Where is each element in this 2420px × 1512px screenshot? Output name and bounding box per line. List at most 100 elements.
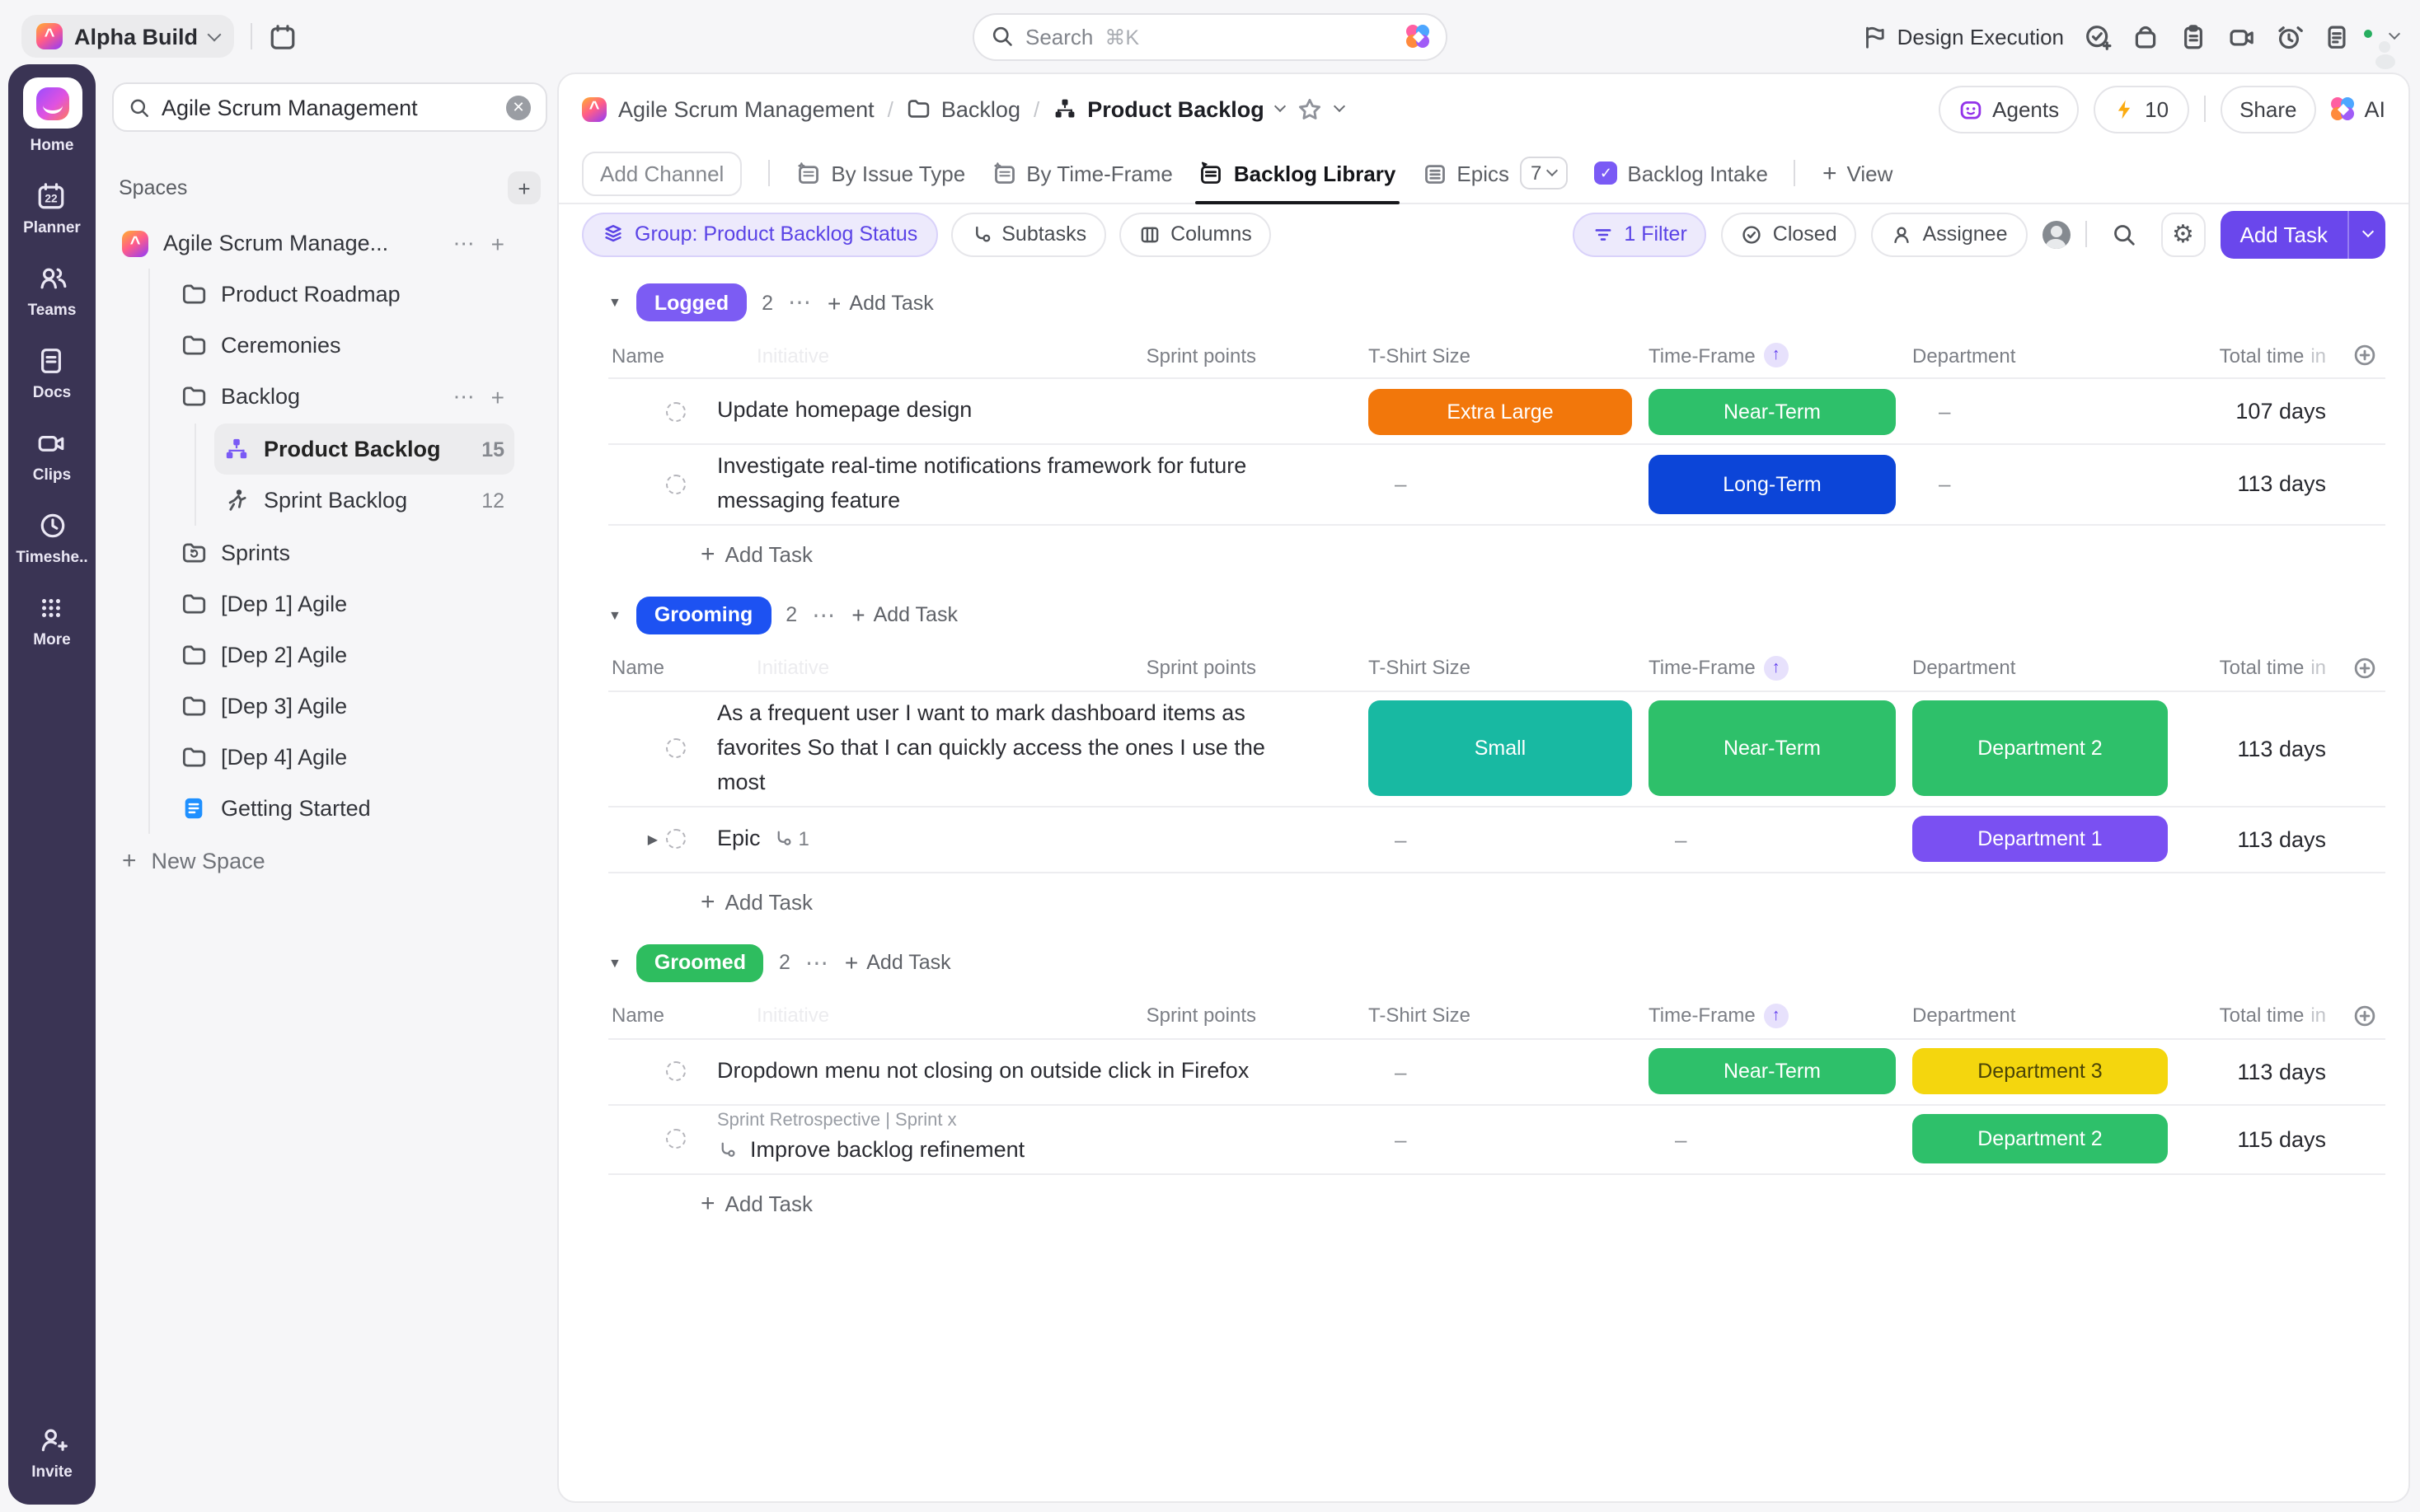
sidebar-space-agile-scrum[interactable]: ^ Agile Scrum Manage... ⋯ + [112, 218, 514, 269]
rail-item-docs[interactable]: Docs [33, 346, 71, 402]
department-badge[interactable]: Department 1 [1912, 816, 2168, 862]
rail-item-clips[interactable]: Clips [33, 428, 71, 484]
space-menu-icon[interactable]: ⋯ [453, 230, 476, 256]
task-status-icon[interactable] [666, 1061, 686, 1081]
subtasks-pill[interactable]: Subtasks [950, 212, 1106, 256]
task-name[interactable]: Dropdown menu not closing on outside cli… [717, 1054, 1297, 1088]
folder-add-icon[interactable]: + [491, 383, 504, 410]
task-name[interactable]: Epic [717, 822, 761, 856]
clear-search-icon[interactable]: ✕ [506, 95, 531, 119]
sort-ascending-icon[interactable]: ↑ [1764, 656, 1789, 681]
agents-button[interactable]: Agents [1938, 85, 2079, 133]
column-header-sprint-points[interactable]: Sprint points [1147, 657, 1256, 680]
tshirt-size-badge[interactable]: Extra Large [1368, 388, 1632, 434]
group-status-badge[interactable]: Logged [636, 283, 747, 321]
tshirt-empty[interactable]: – [1368, 1059, 1632, 1084]
tray-icon[interactable] [2132, 22, 2160, 50]
add-space-button[interactable]: + [508, 171, 541, 204]
tshirt-empty[interactable]: – [1368, 1126, 1632, 1151]
tshirt-size-badge[interactable]: Small [1368, 701, 1632, 797]
new-space-button[interactable]: + New Space [122, 847, 547, 875]
tshirt-empty[interactable]: – [1368, 472, 1632, 497]
column-header-initiative[interactable]: Initiative [757, 657, 829, 680]
rail-item-more[interactable]: More [33, 593, 70, 649]
rail-item-teams[interactable]: Teams [28, 264, 77, 320]
tab-by-time-frame[interactable]: By Time-Frame [992, 143, 1173, 203]
timeframe-badge[interactable]: Near-Term [1649, 701, 1896, 797]
group-status-badge[interactable]: Grooming [636, 597, 771, 634]
rail-item-home[interactable]: Home [22, 77, 82, 155]
column-header-initiative[interactable]: Initiative [757, 1004, 829, 1027]
task-name[interactable]: As a frequent user I want to mark dashbo… [717, 697, 1297, 801]
clip-record-icon[interactable] [2227, 22, 2255, 50]
columns-pill[interactable]: Columns [1119, 212, 1272, 256]
filter-pill[interactable]: 1 Filter [1573, 212, 1706, 256]
sidebar-folder-sprints[interactable]: Sprints [171, 527, 514, 578]
sidebar-search[interactable]: ✕ [112, 82, 547, 132]
calendar-icon[interactable] [269, 22, 297, 50]
task-row[interactable]: Investigate real-time notifications fram… [608, 445, 2385, 526]
sort-ascending-icon[interactable]: ↑ [1764, 343, 1789, 367]
sidebar-folder-dep4[interactable]: [Dep 4] Agile [171, 732, 514, 783]
assignee-avatar[interactable] [2042, 220, 2071, 248]
group-menu-icon[interactable]: ⋯ [805, 948, 830, 976]
column-header-timeframe[interactable]: Time-Frame↑ [1649, 343, 1896, 367]
sidebar-list-product-backlog[interactable]: Product Backlog 15 [214, 424, 514, 475]
add-task-button[interactable]: Add Task [2221, 210, 2386, 258]
add-task-quick-icon[interactable] [2084, 22, 2112, 50]
add-task-row[interactable]: +Add Task [701, 541, 2385, 569]
tab-backlog-library[interactable]: Backlog Library [1199, 143, 1396, 203]
alarm-icon[interactable] [2275, 22, 2303, 50]
view-settings-gear-icon[interactable]: ⚙ [2161, 212, 2206, 256]
sidebar-folder-ceremonies[interactable]: Ceremonies [171, 320, 514, 371]
department-badge[interactable]: Department 2 [1912, 1114, 2168, 1163]
task-status-icon[interactable] [666, 475, 686, 494]
notes-doc-icon[interactable] [2323, 22, 2351, 50]
rail-item-invite[interactable]: Invite [31, 1425, 73, 1481]
column-header-sprint-points[interactable]: Sprint points [1147, 1004, 1256, 1027]
group-status-badge[interactable]: Groomed [636, 943, 764, 981]
breadcrumb-current-list[interactable]: Product Backlog [1053, 96, 1284, 121]
notepad-icon[interactable] [2179, 22, 2207, 50]
context-flag[interactable]: Design Execution [1861, 24, 2064, 49]
assignee-pill[interactable]: Assignee [1872, 212, 2028, 256]
timeframe-badge[interactable]: Near-Term [1649, 1048, 1896, 1094]
add-column-icon[interactable] [2343, 1003, 2385, 1028]
folder-menu-icon[interactable]: ⋯ [453, 383, 476, 410]
task-row[interactable]: Dropdown menu not closing on outside cli… [608, 1039, 2385, 1105]
department-empty[interactable]: – [1912, 472, 2168, 497]
column-header-timeframe[interactable]: Time-Frame↑ [1649, 1003, 1896, 1028]
task-row[interactable]: Update homepage design Extra Large Near-… [608, 379, 2385, 445]
task-row[interactable]: Sprint Retrospective | Sprint x Improve … [608, 1105, 2385, 1174]
task-name[interactable]: Investigate real-time notifications fram… [717, 450, 1297, 519]
add-task-dropdown-icon[interactable] [2349, 210, 2385, 258]
breadcrumb-folder[interactable]: Backlog [907, 96, 1020, 121]
sidebar-search-input[interactable] [162, 95, 495, 119]
column-header-timeframe[interactable]: Time-Frame↑ [1649, 656, 1896, 681]
column-header-department[interactable]: Department [1912, 657, 2168, 680]
closed-pill[interactable]: Closed [1722, 212, 1857, 256]
column-header-name[interactable]: Name [612, 657, 664, 680]
collapse-caret-icon[interactable]: ▼ [608, 295, 621, 310]
space-add-icon[interactable]: + [491, 230, 504, 256]
add-task-row[interactable]: +Add Task [701, 887, 2385, 915]
expand-caret-icon[interactable]: ▶ [648, 831, 658, 846]
task-row-epic[interactable]: ▶ Epic 1 – – Department 1 [608, 807, 2385, 873]
task-name[interactable]: Improve backlog refinement [750, 1133, 1025, 1168]
share-button[interactable]: Share [2220, 85, 2316, 133]
column-header-total-time[interactable]: Total timein [2184, 1004, 2326, 1027]
column-header-tshirt[interactable]: T-Shirt Size [1368, 657, 1632, 680]
task-row[interactable]: As a frequent user I want to mark dashbo… [608, 692, 2385, 807]
chevron-down-icon[interactable] [1334, 101, 1345, 112]
tab-by-issue-type[interactable]: By Issue Type [796, 143, 965, 203]
tab-epics[interactable]: Epics 7 [1422, 143, 1568, 203]
task-status-icon[interactable] [666, 738, 686, 758]
department-empty[interactable]: – [1912, 399, 2168, 424]
department-badge[interactable]: Department 3 [1912, 1048, 2168, 1094]
group-add-task-button[interactable]: +Add Task [828, 289, 934, 316]
collapse-caret-icon[interactable]: ▼ [608, 955, 621, 970]
rail-item-timesheets[interactable]: Timeshe.. [16, 511, 87, 567]
sidebar-folder-dep2[interactable]: [Dep 2] Agile [171, 630, 514, 681]
task-status-icon[interactable] [666, 1129, 686, 1149]
collapse-caret-icon[interactable]: ▼ [608, 608, 621, 623]
